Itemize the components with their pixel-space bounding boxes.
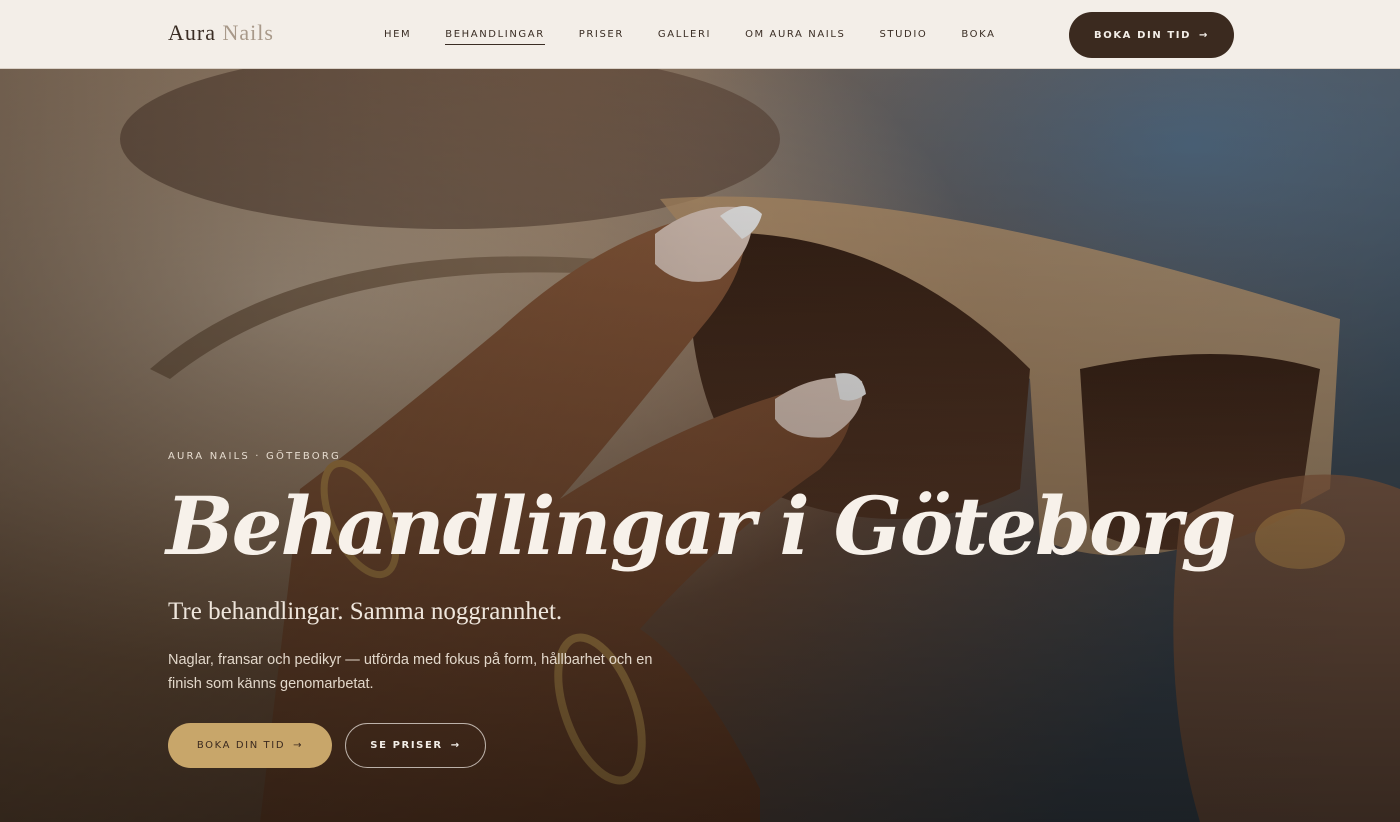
logo-main: Aura xyxy=(168,20,216,45)
book-appointment-label: BOKA DIN TID xyxy=(1094,29,1192,41)
see-prices-button[interactable]: SE PRISER → xyxy=(345,723,486,768)
nav-galleri[interactable]: GALLERI xyxy=(658,29,711,45)
hero-subtitle: Tre behandlingar. Samma noggrannhet. xyxy=(168,598,563,625)
hero-description: Naglar, fransar och pedikyr — utförda me… xyxy=(168,652,653,692)
hero-eyebrow: AURA NAILS · GÖTEBORG xyxy=(168,451,341,462)
nav-priser[interactable]: PRISER xyxy=(579,29,624,45)
logo[interactable]: Aura Nails xyxy=(168,20,274,46)
arrow-right-icon: → xyxy=(450,740,461,751)
logo-accent: Nails xyxy=(222,20,274,45)
hero-title: Behandlingar i Göteborg xyxy=(166,479,1236,573)
arrow-right-icon: → xyxy=(1199,29,1209,41)
nav-om-aura-nails[interactable]: OM AURA NAILS xyxy=(745,29,845,45)
site-header: Aura Nails HEM BEHANDLINGAR PRISER GALLE… xyxy=(0,0,1400,69)
book-appointment-button[interactable]: BOKA DIN TID → xyxy=(1069,12,1234,58)
book-appointment-hero-label: BOKA DIN TID xyxy=(196,740,286,751)
nav-studio[interactable]: STUDIO xyxy=(879,29,927,45)
hero-section: AURA NAILS · GÖTEBORG Behandlingar i Göt… xyxy=(0,69,1400,822)
arrow-right-icon: → xyxy=(293,740,304,751)
main-nav: HEM BEHANDLINGAR PRISER GALLERI OM AURA … xyxy=(384,29,1030,45)
hero-photo xyxy=(0,69,1400,822)
see-prices-label: SE PRISER xyxy=(370,740,443,751)
nav-hem[interactable]: HEM xyxy=(384,29,411,45)
book-appointment-hero-button[interactable]: BOKA DIN TID → xyxy=(168,723,332,768)
nav-behandlingar[interactable]: BEHANDLINGAR xyxy=(445,29,545,45)
nav-boka[interactable]: BOKA xyxy=(961,29,995,45)
